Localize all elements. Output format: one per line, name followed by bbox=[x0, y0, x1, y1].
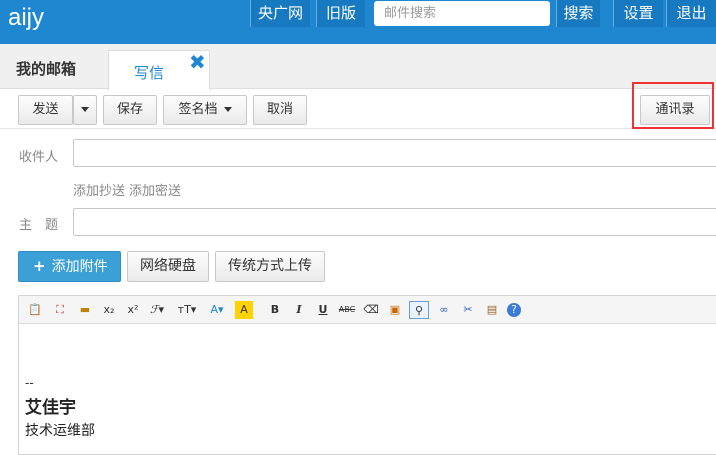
top-bar: aijy 央广网 旧版 搜索 设置 退出 bbox=[0, 0, 716, 44]
add-attachment-button[interactable]: + 添加附件 bbox=[18, 251, 121, 282]
tab-compose[interactable]: 写信 ✖ bbox=[108, 50, 210, 90]
unlink-icon[interactable]: ✂ bbox=[459, 301, 477, 319]
help-icon[interactable]: ? bbox=[507, 303, 521, 317]
nav-cnr[interactable]: 央广网 bbox=[250, 0, 310, 27]
signature-label: 签名档 bbox=[178, 102, 218, 117]
settings-link[interactable]: 设置 bbox=[613, 0, 663, 27]
chevron-down-icon bbox=[81, 107, 89, 112]
search-button[interactable]: 搜索 bbox=[556, 0, 600, 27]
eraser-icon[interactable]: ⌫ bbox=[362, 301, 380, 319]
mail-search-input[interactable] bbox=[374, 1, 550, 26]
insert-line-icon[interactable]: ▬ bbox=[76, 301, 94, 319]
signature-department: 技术运维部 bbox=[25, 423, 95, 439]
underline-icon[interactable]: U bbox=[314, 301, 332, 319]
font-family-icon[interactable]: ℱ▾ bbox=[148, 301, 166, 319]
paste-icon[interactable]: 📋 bbox=[26, 301, 44, 319]
paste-word-icon[interactable]: ▤ bbox=[483, 301, 501, 319]
font-size-icon[interactable]: тT▾ bbox=[176, 301, 198, 319]
send-options-button[interactable] bbox=[73, 95, 97, 125]
superscript-icon[interactable]: x² bbox=[124, 301, 142, 319]
to-field[interactable] bbox=[73, 139, 716, 167]
strikethrough-icon[interactable]: ABC bbox=[338, 301, 356, 319]
subject-label: 主 题 bbox=[19, 218, 59, 233]
add-attachment-label: 添加附件 bbox=[51, 259, 108, 275]
classic-upload-button[interactable]: 传统方式上传 bbox=[215, 251, 325, 282]
cancel-button[interactable]: 取消 bbox=[253, 95, 307, 125]
signature-separator: -- bbox=[25, 376, 34, 390]
add-bcc-link[interactable]: 添加密送 bbox=[129, 184, 181, 199]
to-label: 收件人 bbox=[19, 150, 59, 165]
subscript-icon[interactable]: x₂ bbox=[100, 301, 118, 319]
cc-links: 添加抄送 添加密送 bbox=[73, 180, 185, 199]
highlight-icon[interactable]: A bbox=[235, 301, 253, 319]
save-button[interactable]: 保存 bbox=[103, 95, 157, 125]
tab-compose-label: 写信 bbox=[134, 64, 165, 82]
logo[interactable]: aijy bbox=[8, 3, 44, 33]
fullscreen-icon[interactable]: ⛶ bbox=[51, 301, 69, 319]
send-button[interactable]: 发送 bbox=[18, 95, 73, 125]
network-disk-button[interactable]: 网络硬盘 bbox=[127, 251, 209, 282]
highlight-box bbox=[632, 82, 714, 129]
signature-name: 艾佳宇 bbox=[25, 398, 76, 418]
plus-icon: + bbox=[33, 257, 46, 275]
nav-old-version[interactable]: 旧版 bbox=[316, 0, 365, 27]
chevron-down-icon bbox=[223, 107, 232, 112]
tab-mailbox[interactable]: 我的邮箱 bbox=[0, 44, 108, 89]
editor-toolbar: 📋 ⛶ ▬ x₂ x² ℱ▾ тT▾ A▾ A B I U ABC ⌫ ▣ ⚲ … bbox=[19, 296, 716, 324]
add-cc-link[interactable]: 添加抄送 bbox=[73, 184, 125, 199]
italic-icon[interactable]: I bbox=[290, 301, 308, 319]
signature-button[interactable]: 签名档 bbox=[163, 95, 247, 125]
font-color-icon[interactable]: A▾ bbox=[208, 301, 226, 319]
logout-link[interactable]: 退出 bbox=[666, 0, 716, 27]
message-editor[interactable]: 📋 ⛶ ▬ x₂ x² ℱ▾ тT▾ A▾ A B I U ABC ⌫ ▣ ⚲ … bbox=[18, 295, 716, 455]
attachment-icon[interactable]: ⚲ bbox=[409, 301, 429, 319]
compose-toolbar: 发送 保存 签名档 取消 通讯录 bbox=[0, 90, 716, 129]
bold-icon[interactable]: B bbox=[266, 301, 284, 319]
subject-field[interactable] bbox=[73, 208, 716, 236]
close-icon[interactable]: ✖ bbox=[189, 52, 206, 72]
link-icon[interactable]: ∞ bbox=[435, 301, 453, 319]
image-icon[interactable]: ▣ bbox=[386, 301, 404, 319]
tab-bar: 我的邮箱 写信 ✖ bbox=[0, 44, 716, 90]
